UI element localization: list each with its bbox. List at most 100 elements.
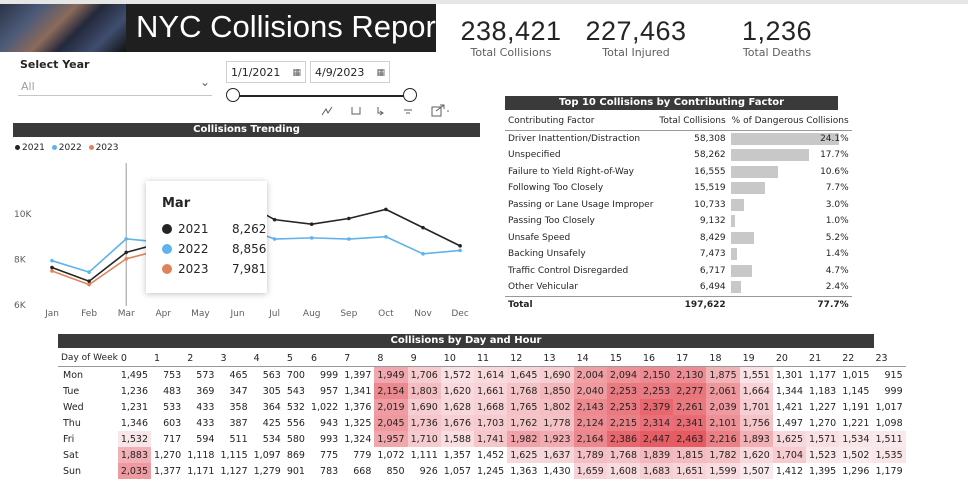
hour-header[interactable]: 9 [407, 350, 441, 367]
heatmap-cell[interactable]: 1,661 [474, 383, 508, 399]
heatmap-cell[interactable]: 1,111 [407, 447, 441, 463]
heatmap-cell[interactable]: 387 [217, 415, 251, 431]
heatmap-cell[interactable]: 425 [250, 415, 284, 431]
heatmap-cell[interactable]: 1,704 [772, 447, 807, 463]
heatmap-cell[interactable]: 1,177 [806, 366, 840, 383]
day-of-week-header[interactable]: Day of Week [58, 350, 118, 367]
heatmap-cell[interactable]: 433 [184, 399, 218, 415]
data-point[interactable] [87, 279, 91, 283]
heatmap-cell[interactable]: 1,227 [806, 399, 840, 415]
data-point[interactable] [87, 282, 91, 287]
heatmap-cell[interactable]: 1,270 [151, 447, 185, 463]
heatmap-cell[interactable]: 1,789 [573, 447, 607, 463]
data-point[interactable] [347, 216, 351, 221]
heatmap-cell[interactable]: 1,625 [507, 447, 541, 463]
heatmap-cell[interactable]: 2,130 [673, 366, 707, 383]
hour-header[interactable]: 22 [839, 350, 873, 367]
heatmap-cell[interactable]: 1,377 [151, 463, 185, 479]
heatmap-cell[interactable]: 580 [283, 431, 308, 447]
heatmap-cell[interactable]: 347 [217, 383, 251, 399]
heatmap-cell[interactable]: 1,571 [806, 431, 840, 447]
heatmap-cell[interactable]: 483 [151, 383, 185, 399]
heatmap-cell[interactable]: 1,572 [440, 366, 474, 383]
heatmap-cell[interactable]: 1,115 [217, 447, 251, 463]
heatmap-cell[interactable]: 753 [151, 366, 185, 383]
date-slider-track[interactable] [232, 95, 410, 97]
heatmap-cell[interactable]: 1,676 [440, 415, 474, 431]
data-point[interactable] [50, 265, 54, 270]
heatmap-cell[interactable]: 1,620 [739, 447, 773, 463]
heatmap-cell[interactable]: 1,270 [806, 415, 840, 431]
heatmap-cell[interactable]: 2,253 [606, 399, 641, 415]
data-point[interactable] [50, 258, 54, 263]
heatmap-cell[interactable]: 532 [283, 399, 308, 415]
heatmap-cell[interactable]: 2,150 [640, 366, 674, 383]
legend-item-2022[interactable]: 2022 [51, 143, 84, 153]
heatmap-cell[interactable]: 1,344 [772, 383, 807, 399]
hour-header[interactable]: 20 [772, 350, 807, 367]
heatmap-cell[interactable]: 1,502 [839, 447, 873, 463]
heatmap-cell[interactable]: 2,215 [606, 415, 641, 431]
heatmap-cell[interactable]: 1,279 [250, 463, 284, 479]
heatmap-cell[interactable]: 1,118 [184, 447, 218, 463]
calendar-icon[interactable]: ▦ [376, 62, 385, 84]
heatmap-cell[interactable]: 1,620 [440, 383, 474, 399]
heatmap-cell[interactable]: 869 [283, 447, 308, 463]
heatmap-cell[interactable]: 850 [374, 463, 408, 479]
heatmap-cell[interactable]: 1,664 [739, 383, 773, 399]
heatmap-cell[interactable]: 1,645 [507, 366, 541, 383]
heatmap-cell[interactable]: 1,511 [872, 431, 906, 447]
heatmap-cell[interactable]: 957 [307, 383, 342, 399]
data-point[interactable] [384, 234, 388, 239]
heatmap-cell[interactable]: 1,495 [117, 366, 152, 383]
top10-row[interactable]: Failure to Yield Right-of-Way 16,555 10.6% [505, 164, 852, 181]
data-point[interactable] [272, 217, 277, 222]
heatmap-cell[interactable]: 915 [872, 366, 906, 383]
hour-header[interactable]: 3 [217, 350, 251, 367]
top10-row[interactable]: Backing Unsafely 7,473 1.4% [505, 246, 852, 263]
heatmap-cell[interactable]: 1,668 [474, 399, 508, 415]
heatmap-cell[interactable]: 2,040 [573, 383, 607, 399]
heatmap-cell[interactable]: 1,949 [374, 366, 408, 383]
heatmap-cell[interactable]: 1,072 [374, 447, 408, 463]
heatmap-cell[interactable]: 1,768 [606, 447, 641, 463]
heatmap-cell[interactable]: 556 [283, 415, 308, 431]
heatmap-cell[interactable]: 1,236 [117, 383, 152, 399]
heatmap-cell[interactable]: 1,701 [739, 399, 773, 415]
heatmap-cell[interactable]: 1,171 [184, 463, 218, 479]
heatmap-cell[interactable]: 1,191 [839, 399, 873, 415]
heatmap-cell[interactable]: 999 [872, 383, 906, 399]
heatmap-cell[interactable]: 1,357 [440, 447, 474, 463]
heatmap-cell[interactable]: 901 [283, 463, 308, 479]
data-point[interactable] [309, 236, 314, 240]
hour-header[interactable]: 23 [872, 350, 906, 367]
heatmap-cell[interactable]: 1,245 [474, 463, 508, 479]
data-point[interactable] [458, 248, 462, 253]
heatmap-cell[interactable]: 2,379 [640, 399, 674, 415]
heatmap-cell[interactable]: 1,376 [341, 399, 375, 415]
heatmap-cell[interactable]: 1,957 [374, 431, 408, 447]
heatmap-cell[interactable]: 1,741 [474, 431, 508, 447]
heatmap-cell[interactable]: 926 [407, 463, 441, 479]
heatmap-cell[interactable]: 2,124 [573, 415, 607, 431]
heatmap-cell[interactable]: 2,154 [374, 383, 408, 399]
top10-row[interactable]: Traffic Control Disregarded 6,717 4.7% [505, 263, 852, 280]
top10-row[interactable]: Passing Too Closely 9,132 1.0% [505, 213, 852, 230]
kpi-total-injured[interactable]: 227,463 Total Injured [577, 16, 695, 59]
heatmap-cell[interactable]: 1,782 [706, 447, 740, 463]
heatmap-cell[interactable]: 1,982 [507, 431, 541, 447]
heatmap-cell[interactable]: 2,039 [706, 399, 740, 415]
hour-header[interactable]: 19 [739, 350, 773, 367]
heatmap-cell[interactable]: 1,637 [540, 447, 574, 463]
hour-header[interactable]: 10 [440, 350, 474, 367]
top10-row[interactable]: Unsafe Speed 8,429 5.2% [505, 230, 852, 247]
heatmap-cell[interactable]: 2,314 [640, 415, 674, 431]
heatmap-cell[interactable]: 1,145 [839, 383, 873, 399]
heatmap-cell[interactable]: 305 [250, 383, 284, 399]
data-point[interactable] [309, 222, 314, 226]
hour-header[interactable]: 15 [606, 350, 641, 367]
date-slider-end-handle[interactable] [403, 88, 417, 102]
hour-header[interactable]: 14 [573, 350, 607, 367]
hour-header[interactable]: 7 [341, 350, 375, 367]
heatmap-cell[interactable]: 1,421 [772, 399, 807, 415]
